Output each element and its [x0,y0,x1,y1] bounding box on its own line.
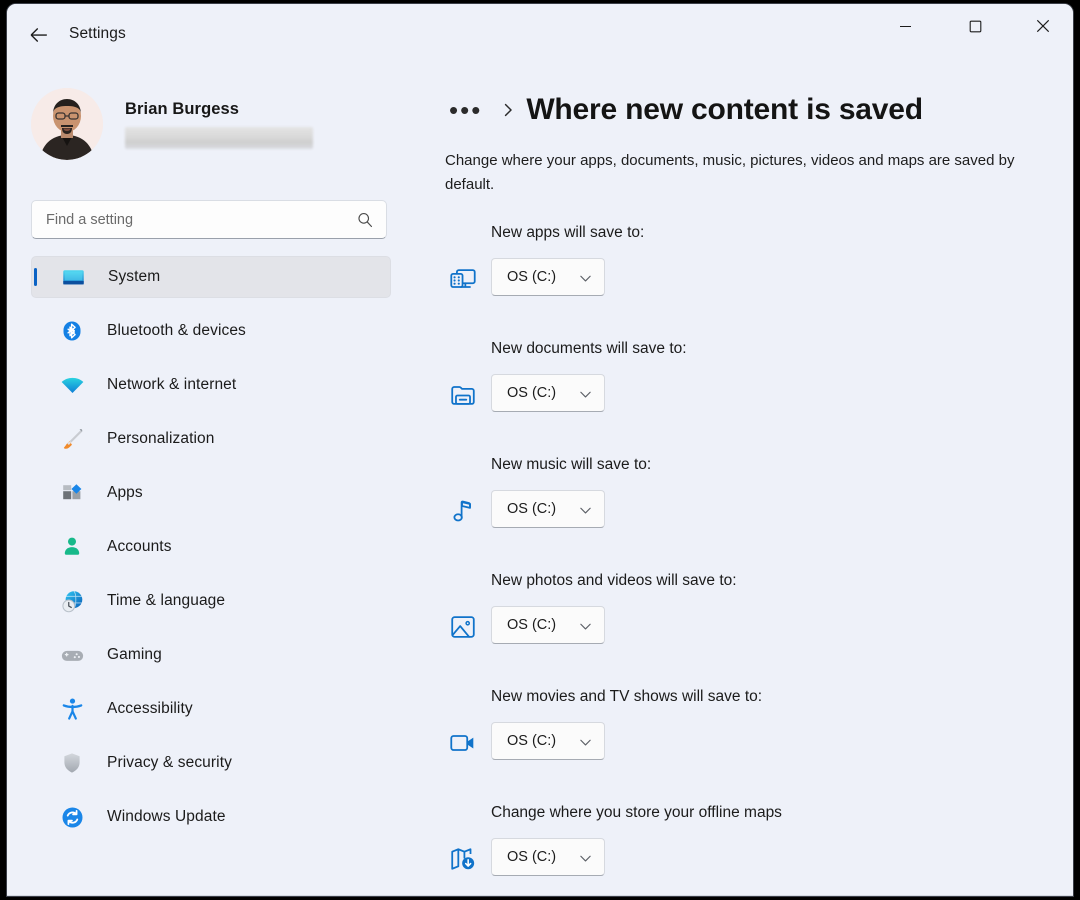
search-glyph-icon [356,211,374,229]
title-bar: Settings [7,4,1073,66]
paintbrush-icon [57,427,87,452]
close-icon [1036,19,1050,33]
sidebar-item-label: Time & language [107,592,225,610]
account-email-redacted [125,127,313,149]
dropdown-value: OS (C:) [507,269,556,285]
page-description: Change where your apps, documents, music… [445,149,1045,197]
account-text: Brian Burgess [125,100,313,149]
sidebar-item-accessibility[interactable]: Accessibility [31,688,391,730]
chevron-down-icon [579,388,592,401]
sidebar-item-label: Accessibility [107,700,193,718]
sidebar-item-gaming[interactable]: Gaming [31,634,391,676]
apps-icon [57,481,87,505]
sidebar-item-windows-update[interactable]: Windows Update [31,796,391,838]
save-row-apps: New apps will save to: O [421,224,1073,340]
gamepad-icon [57,643,87,668]
apps-monitor-icon [445,261,481,297]
sidebar-item-label: Personalization [107,430,214,448]
clock-globe-icon [57,589,87,614]
shield-icon [57,751,87,775]
photo-icon [445,609,481,645]
save-row-label: New apps will save to: [491,224,644,242]
sidebar-item-label: Gaming [107,646,162,664]
maximize-button[interactable] [951,4,999,48]
back-arrow-icon [28,24,50,46]
sidebar-item-label: System [108,268,160,286]
save-row-label: New documents will save to: [491,340,687,358]
sidebar-item-personalization[interactable]: Personalization [31,418,391,460]
settings-window: Settings [7,4,1073,896]
save-row-label: Change where you store your offline maps [491,804,782,822]
dropdown-value: OS (C:) [507,733,556,749]
search-input[interactable] [44,211,328,229]
sidebar-item-label: Network & internet [107,376,236,394]
dropdown-value: OS (C:) [507,849,556,865]
save-row-music: New music will save to: OS (C:) [421,456,1073,572]
accessibility-icon [57,697,87,722]
sidebar-item-network-internet[interactable]: Network & internet [31,364,391,406]
save-row-offline-maps: Change where you store your offline maps… [421,804,1073,896]
map-download-icon [445,841,481,877]
sidebar-item-label: Apps [107,484,143,502]
search-box[interactable] [31,200,387,239]
update-icon [57,805,87,830]
documents-folder-icon [445,377,481,413]
user-avatar-icon [31,88,103,160]
save-row-photos-videos: New photos and videos will save to: OS (… [421,572,1073,688]
avatar [31,88,103,160]
minimize-button[interactable] [881,4,929,48]
chevron-right-icon [500,102,516,118]
breadcrumb: ••• Where new content is saved [445,86,923,134]
monitor-icon [58,265,88,290]
chevron-down-icon [579,852,592,865]
person-icon [57,535,87,559]
save-location-dropdown[interactable]: OS (C:) [491,374,605,412]
sidebar-item-accounts[interactable]: Accounts [31,526,391,568]
bottom-divider [7,895,1073,896]
main-content: ••• Where new content is saved Change wh… [421,66,1073,896]
save-row-documents: New documents will save to: OS (C:) [421,340,1073,456]
chevron-down-icon [579,504,592,517]
account-name: Brian Burgess [125,100,313,119]
save-locations-list: New apps will save to: O [421,224,1073,896]
dropdown-value: OS (C:) [507,501,556,517]
close-button[interactable] [1019,4,1067,48]
save-row-label: New movies and TV shows will save to: [491,688,762,706]
window-title: Settings [69,25,126,43]
save-row-label: New music will save to: [491,456,651,474]
save-location-dropdown[interactable]: OS (C:) [491,838,605,876]
sidebar-item-apps[interactable]: Apps [31,472,391,514]
dropdown-value: OS (C:) [507,385,556,401]
maximize-icon [969,20,982,33]
video-camera-icon [445,725,481,761]
page-title: Where new content is saved [526,93,923,127]
sidebar-item-time-language[interactable]: Time & language [31,580,391,622]
sidebar-item-label: Accounts [107,538,172,556]
sidebar: Brian Burgess [7,66,421,896]
save-row-label: New photos and videos will save to: [491,572,737,590]
account-card[interactable]: Brian Burgess [31,82,391,166]
music-note-icon [445,493,481,529]
sidebar-item-label: Bluetooth & devices [107,322,246,340]
search-icon[interactable] [354,209,376,231]
save-location-dropdown[interactable]: OS (C:) [491,258,605,296]
save-row-movies-tv: New movies and TV shows will save to: OS… [421,688,1073,804]
save-location-dropdown[interactable]: OS (C:) [491,490,605,528]
bluetooth-icon [57,319,87,343]
sidebar-item-system[interactable]: System [31,256,391,298]
wifi-icon [57,373,87,398]
save-location-dropdown[interactable]: OS (C:) [491,722,605,760]
sidebar-item-privacy-security[interactable]: Privacy & security [31,742,391,784]
dropdown-value: OS (C:) [507,617,556,633]
chevron-down-icon [579,620,592,633]
back-button[interactable] [19,16,59,54]
sidebar-nav: System Bluetooth & devices [31,256,391,850]
save-location-dropdown[interactable]: OS (C:) [491,606,605,644]
minimize-icon [899,20,912,33]
sidebar-item-label: Windows Update [107,808,226,826]
chevron-down-icon [579,272,592,285]
sidebar-item-label: Privacy & security [107,754,232,772]
sidebar-item-bluetooth-devices[interactable]: Bluetooth & devices [31,310,391,352]
chevron-down-icon [579,736,592,749]
